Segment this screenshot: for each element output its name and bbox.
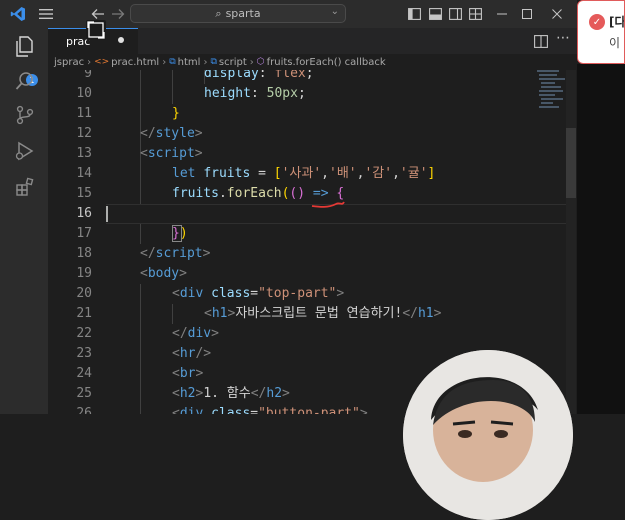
minimize-icon[interactable] — [490, 0, 514, 28]
line-number: 23 — [76, 346, 92, 361]
maximize-icon[interactable] — [515, 0, 539, 28]
line-number: 14 — [76, 166, 92, 181]
forward-arrow-icon[interactable] — [110, 0, 126, 28]
notification-toast[interactable]: ✓ [다 이 — [577, 0, 625, 64]
chevron-right-icon: › — [87, 56, 92, 68]
minimap-line — [539, 106, 559, 108]
minimap-line — [541, 98, 563, 100]
toggle-secondary-sidebar-icon[interactable] — [447, 0, 463, 28]
search-icon: ⌕ — [215, 6, 222, 20]
code-line: <div class="top-part"> — [172, 286, 345, 301]
search-icon[interactable] — [14, 70, 36, 92]
breadcrumb-callback[interactable]: fruits.forEach() callback — [267, 57, 386, 68]
line-number: 9 — [84, 70, 92, 81]
line-number: 21 — [76, 306, 92, 321]
element-icon: ⧉ — [169, 57, 176, 67]
vscode-logo-icon — [8, 0, 28, 28]
more-actions-icon[interactable]: ⋯ — [556, 30, 570, 46]
method-icon: ⬡ — [256, 57, 265, 67]
menu-icon[interactable] — [36, 0, 56, 28]
code-line: <script> — [140, 146, 203, 161]
breadcrumb-folder[interactable]: jsprac — [54, 57, 84, 68]
minimap-line — [539, 90, 563, 92]
code-line: height: 50px; — [204, 86, 306, 101]
command-center-search[interactable]: ⌕ sparta ⌄ — [130, 4, 346, 23]
code-line: let fruits = ['사과','배','감','귤'] — [172, 166, 436, 181]
indent-guide — [172, 304, 173, 324]
line-number: 15 — [76, 186, 92, 201]
pen-annotation — [311, 201, 345, 208]
line-number: 11 — [76, 106, 92, 121]
element-icon: ⧉ — [210, 57, 217, 67]
indent-guide — [172, 70, 173, 104]
line-number: 20 — [76, 286, 92, 301]
minimap-line — [541, 102, 553, 104]
tab-bar: prac ⋯ — [48, 28, 577, 54]
line-number: 12 — [76, 126, 92, 141]
breadcrumb-script[interactable]: script — [219, 57, 247, 68]
code-line: <body> — [140, 266, 187, 281]
code-line: <h2>1. 함수</h2> — [172, 386, 290, 401]
breadcrumb-html[interactable]: html — [178, 57, 201, 68]
bracket-match-highlight — [172, 225, 182, 242]
code-line: </div> — [172, 326, 219, 341]
notification-title: [다 — [609, 15, 625, 29]
minimap-line — [541, 82, 555, 84]
line-number: 18 — [76, 246, 92, 261]
notification-body: 이 — [609, 36, 621, 50]
minimap-line — [539, 94, 555, 96]
line-number: 22 — [76, 326, 92, 341]
vertical-scrollbar[interactable] — [566, 70, 576, 414]
chevron-down-icon[interactable]: ⌄ — [331, 6, 339, 17]
code-line: <hr/> — [172, 346, 212, 361]
chevron-right-icon: › — [203, 56, 208, 68]
breadcrumb-file[interactable]: prac.html — [111, 57, 159, 68]
activity-bar: 1 — [0, 28, 48, 414]
webcam-overlay — [403, 350, 573, 520]
explorer-icon[interactable] — [14, 36, 36, 58]
text-cursor — [106, 206, 108, 222]
chevron-right-icon: › — [162, 56, 167, 68]
line-number: 26 — [76, 406, 92, 414]
minimap-line — [539, 74, 557, 76]
source-control-icon[interactable] — [14, 104, 36, 126]
desktop-background — [577, 64, 625, 414]
indent-guide — [140, 284, 141, 414]
minimap-line — [541, 86, 561, 88]
html-file-icon: <> — [94, 57, 110, 67]
unsaved-dot-icon[interactable] — [118, 37, 124, 43]
toggle-panel-icon[interactable] — [427, 0, 443, 28]
breadcrumb: jsprac › <> prac.html › ⧉ html › ⧉ scrip… — [48, 54, 577, 70]
code-line: } — [172, 106, 180, 121]
split-editor-icon[interactable] — [534, 33, 548, 52]
code-line: <br> — [172, 366, 204, 381]
search-text: sparta — [225, 7, 261, 20]
line-number: 17 — [76, 226, 92, 241]
toggle-primary-sidebar-icon[interactable] — [406, 0, 422, 28]
code-line: </script> — [140, 246, 211, 261]
scrollbar-thumb[interactable] — [566, 128, 576, 198]
code-line: </style> — [140, 126, 203, 141]
line-number: 10 — [76, 86, 92, 101]
line-number: 13 — [76, 146, 92, 161]
line-number: 25 — [76, 386, 92, 401]
minimap-line — [539, 78, 565, 80]
code-line: <div class="button-part"> — [172, 406, 368, 414]
check-icon: ✓ — [589, 14, 605, 30]
extensions-icon[interactable] — [14, 176, 36, 198]
presenter-face-image — [403, 350, 573, 520]
customize-layout-icon[interactable] — [467, 0, 483, 28]
chevron-right-icon: › — [249, 56, 254, 68]
indent-guide — [140, 224, 141, 244]
screen-capture-icon — [86, 20, 106, 40]
line-number: 19 — [76, 266, 92, 281]
code-line: display: flex; — [204, 70, 314, 81]
minimap-line — [537, 70, 559, 72]
run-debug-icon[interactable] — [14, 140, 36, 162]
close-icon[interactable] — [545, 0, 569, 28]
line-number: 24 — [76, 366, 92, 381]
line-number: 16 — [76, 206, 92, 221]
code-line: <h1>자바스크립트 문법 연습하기!</h1> — [204, 306, 442, 321]
